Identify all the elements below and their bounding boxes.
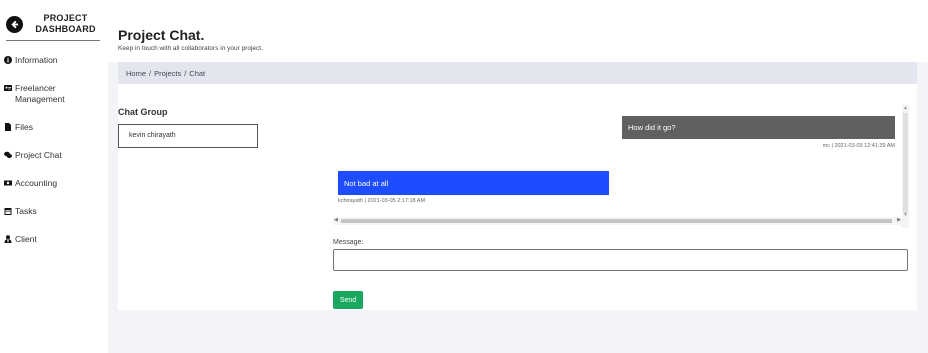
brand-title-line2: DASHBOARD (35, 24, 96, 34)
breadcrumb-separator: / (149, 68, 152, 78)
vertical-scrollbar[interactable]: ▲ ▼ (902, 105, 909, 228)
chat-group-title: Chat Group (118, 107, 168, 117)
sidebar: PROJECT DASHBOARD Information Freelancer… (0, 0, 108, 353)
horizontal-scrollbar-thumb[interactable] (341, 219, 892, 223)
brand-title: PROJECT DASHBOARD (23, 13, 104, 35)
scroll-down-icon[interactable]: ▼ (903, 212, 908, 218)
brand-title-line1: PROJECT (43, 13, 88, 23)
page-title: Project Chat. (118, 27, 205, 43)
vertical-scrollbar-thumb[interactable] (903, 113, 908, 213)
sidebar-item-client[interactable]: Client (4, 234, 106, 245)
chat-group-item[interactable]: kevin chirayath (118, 124, 258, 148)
breadcrumb-home-link[interactable]: Home (126, 69, 146, 78)
sidebar-item-accounting[interactable]: Accounting (4, 178, 106, 189)
chat-panel: Chat Group kevin chirayath How did it go… (118, 84, 917, 310)
sidebar-item-label: Information (15, 55, 58, 65)
sidebar-item-label: Tasks (15, 206, 37, 216)
message-meta: mc | 2021-03-03 12:41:39 AM (822, 143, 895, 149)
breadcrumb-separator: / (184, 68, 187, 78)
page-header: Project Chat. Keep in touch with all col… (108, 0, 928, 62)
sidebar-item-label: Files (15, 122, 33, 132)
info-circle-icon (4, 56, 12, 64)
message-bubble-sent: Not bad at all (338, 171, 609, 195)
sidebar-item-information[interactable]: Information (4, 55, 106, 66)
sidebar-divider (6, 40, 100, 41)
breadcrumb: Home / Projects / Chat (118, 62, 917, 84)
sidebar-item-files[interactable]: Files (4, 122, 106, 133)
sidebar-item-label: Client (15, 234, 37, 244)
scroll-left-icon[interactable]: ◀ (334, 217, 338, 223)
sidebar-item-label: Accounting (15, 178, 58, 188)
project-dashboard-brand[interactable]: PROJECT DASHBOARD (4, 9, 104, 39)
comments-icon (4, 151, 12, 159)
sidebar-item-freelancer-management[interactable]: Freelancer Management (4, 83, 106, 105)
scroll-right-icon[interactable]: ▶ (897, 217, 901, 223)
file-icon (4, 123, 12, 131)
message-label: Message: (333, 239, 364, 246)
sidebar-item-project-chat[interactable]: Project Chat (4, 150, 106, 161)
message-list[interactable]: How did it go? mc | 2021-03-03 12:41:39 … (333, 104, 908, 226)
page-subtitle: Keep in touch with all collaborators in … (118, 45, 263, 52)
send-button[interactable]: Send (333, 291, 363, 309)
user-tie-icon (4, 235, 12, 243)
back-arrow-circle-icon[interactable] (6, 15, 23, 33)
sidebar-item-label: Freelancer Management (15, 83, 65, 104)
message-meta: kchirayath | 2021-03-05 2:17:18 AM (338, 198, 426, 204)
sidebar-item-label: Project Chat (15, 150, 62, 160)
money-bill-icon (4, 179, 12, 187)
scroll-up-icon[interactable]: ▲ (903, 105, 908, 111)
breadcrumb-current: Chat (189, 68, 206, 78)
breadcrumb-projects-link[interactable]: Projects (154, 69, 181, 78)
calendar-icon (4, 207, 12, 215)
sidebar-item-tasks[interactable]: Tasks (4, 206, 106, 217)
horizontal-scrollbar[interactable]: ◀ ▶ (333, 217, 902, 225)
message-input[interactable] (333, 249, 908, 271)
message-bubble-received: How did it go? (622, 116, 895, 139)
